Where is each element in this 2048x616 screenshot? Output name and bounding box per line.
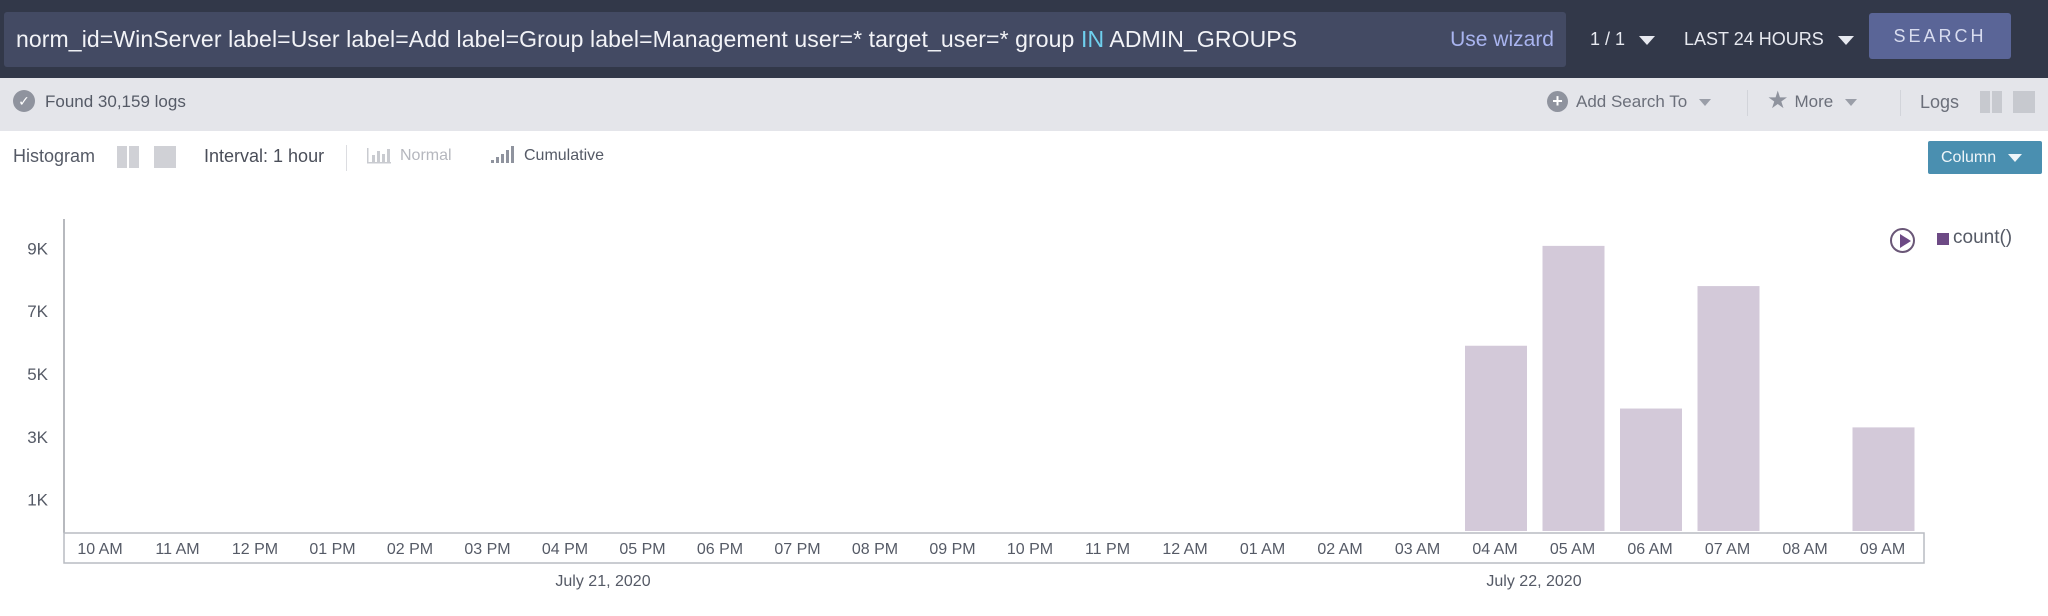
legend-swatch — [1937, 233, 1949, 245]
add-search-label: Add Search To — [1576, 92, 1688, 111]
page-selector-value: 1 / 1 — [1590, 29, 1626, 49]
x-tick-label: 08 PM — [852, 541, 898, 558]
normal-chart-icon — [367, 147, 391, 164]
interval-selector[interactable]: Interval: 1 hour — [204, 131, 324, 181]
y-tick-label: 7K — [27, 302, 48, 321]
status-bar: ✓ Found 30,159 logs + Add Search To ★ More … — [0, 78, 2048, 131]
chevron-down-icon — [2008, 153, 2023, 162]
y-tick-label: 1K — [27, 491, 48, 510]
histogram-bar[interactable] — [1620, 408, 1682, 531]
x-tick-label: 04 AM — [1472, 541, 1517, 558]
x-tick-label: 05 PM — [619, 541, 665, 558]
date-group-label: July 22, 2020 — [1486, 573, 1581, 590]
plus-circle-icon: + — [1547, 90, 1568, 112]
query-keyword: IN — [1080, 26, 1105, 52]
x-tick-label: 05 AM — [1550, 541, 1595, 558]
x-tick-label: 12 AM — [1162, 541, 1207, 558]
chart-type-label: Column — [1941, 149, 1997, 166]
histogram-toolbar: Histogram Interval: 1 hour Normal Cumula… — [0, 131, 2048, 181]
cumulative-chart-icon — [491, 145, 514, 163]
use-wizard-link[interactable]: Use wizard — [1450, 12, 1554, 67]
x-tick-label: 10 PM — [1007, 541, 1053, 558]
histogram-full-view-icon[interactable] — [154, 146, 176, 168]
query-text[interactable]: norm_id=WinServer label=User label=Add l… — [16, 12, 1297, 67]
histogram-split-view-icon[interactable] — [117, 146, 141, 168]
histogram-label: Histogram — [13, 146, 96, 166]
split-view-icon[interactable] — [1980, 91, 2002, 113]
divider — [1747, 90, 1748, 116]
cumulative-label: Cumulative — [524, 147, 605, 164]
divider — [1900, 90, 1901, 116]
x-tick-label: 06 AM — [1627, 541, 1672, 558]
query-input[interactable]: norm_id=WinServer label=User label=Add l… — [4, 12, 1566, 67]
x-tick-label: 04 PM — [542, 541, 588, 558]
x-tick-label: 03 PM — [464, 541, 510, 558]
histogram-chart: 1K 3K 5K 7K 9K 10 AM 11 AM 12 PM 01 PM 02 PM 03 PM… — [0, 181, 2048, 616]
x-tick-label: 07 AM — [1705, 541, 1750, 558]
date-group-label: July 21, 2020 — [555, 573, 650, 590]
x-tick-label: 07 PM — [774, 541, 820, 558]
chevron-down-icon — [1699, 99, 1712, 107]
x-tick-label: 06 PM — [697, 541, 743, 558]
x-tick-label: 02 PM — [387, 541, 433, 558]
found-logs-status: ✓ Found 30,159 logs — [13, 78, 186, 126]
histogram-bar[interactable] — [1852, 427, 1915, 531]
histogram-svg: 1K 3K 5K 7K 9K 10 AM 11 AM 12 PM 01 PM 02 PM 03 PM… — [27, 219, 1925, 590]
normal-mode-button[interactable]: Normal — [366, 131, 452, 181]
histogram-bar[interactable] — [1542, 245, 1605, 531]
query-part: norm_id=WinServer label=User label=Add l… — [16, 26, 1081, 52]
divider — [346, 145, 347, 171]
y-tick-label: 5K — [27, 365, 48, 384]
x-tick-label: 10 AM — [77, 541, 122, 558]
repo-page-selector[interactable]: 1 / 1 — [1590, 12, 1656, 67]
check-circle-icon: ✓ — [13, 90, 35, 113]
x-tick-label: 08 AM — [1782, 541, 1827, 558]
search-button[interactable]: SEARCH — [1869, 13, 2011, 59]
legend-label[interactable]: count() — [1953, 223, 2012, 253]
x-tick-label: 03 AM — [1395, 541, 1440, 558]
normal-label: Normal — [400, 147, 452, 164]
chevron-down-icon — [1639, 35, 1656, 45]
time-range-dropdown[interactable]: LAST 24 HOURS — [1684, 12, 1854, 67]
add-search-to-dropdown[interactable]: + Add Search To — [1547, 78, 1712, 126]
cumulative-mode-button[interactable]: Cumulative — [490, 131, 604, 181]
query-part: ADMIN_GROUPS — [1104, 26, 1298, 52]
logs-label: Logs — [1920, 92, 1960, 112]
y-tick-label: 3K — [27, 428, 48, 447]
more-dropdown[interactable]: ★ More — [1767, 78, 1858, 126]
star-icon: ★ — [1767, 86, 1789, 114]
x-tick-label: 11 AM — [155, 541, 199, 558]
more-label: More — [1794, 92, 1834, 111]
full-view-icon[interactable] — [2013, 91, 2035, 113]
chevron-down-icon — [1845, 99, 1858, 107]
x-tick-label: 12 PM — [232, 541, 278, 558]
time-range-value: LAST 24 HOURS — [1684, 29, 1824, 49]
y-tick-label: 9K — [27, 239, 48, 258]
chart-type-dropdown[interactable]: Column — [1928, 141, 2042, 174]
x-tick-label: 09 PM — [929, 541, 975, 558]
x-tick-label: 01 PM — [309, 541, 355, 558]
histogram-bar[interactable] — [1465, 345, 1527, 531]
x-tick-label: 01 AM — [1240, 541, 1285, 558]
chevron-down-icon — [1837, 35, 1854, 45]
histogram-bar[interactable] — [1697, 286, 1760, 531]
search-bar: norm_id=WinServer label=User label=Add l… — [0, 0, 2048, 78]
found-logs-text: Found 30,159 logs — [45, 92, 186, 111]
x-tick-label: 09 AM — [1860, 541, 1905, 558]
x-tick-label: 11 PM — [1085, 541, 1130, 558]
play-icon[interactable] — [1890, 228, 1915, 253]
x-tick-label: 02 AM — [1317, 541, 1362, 558]
